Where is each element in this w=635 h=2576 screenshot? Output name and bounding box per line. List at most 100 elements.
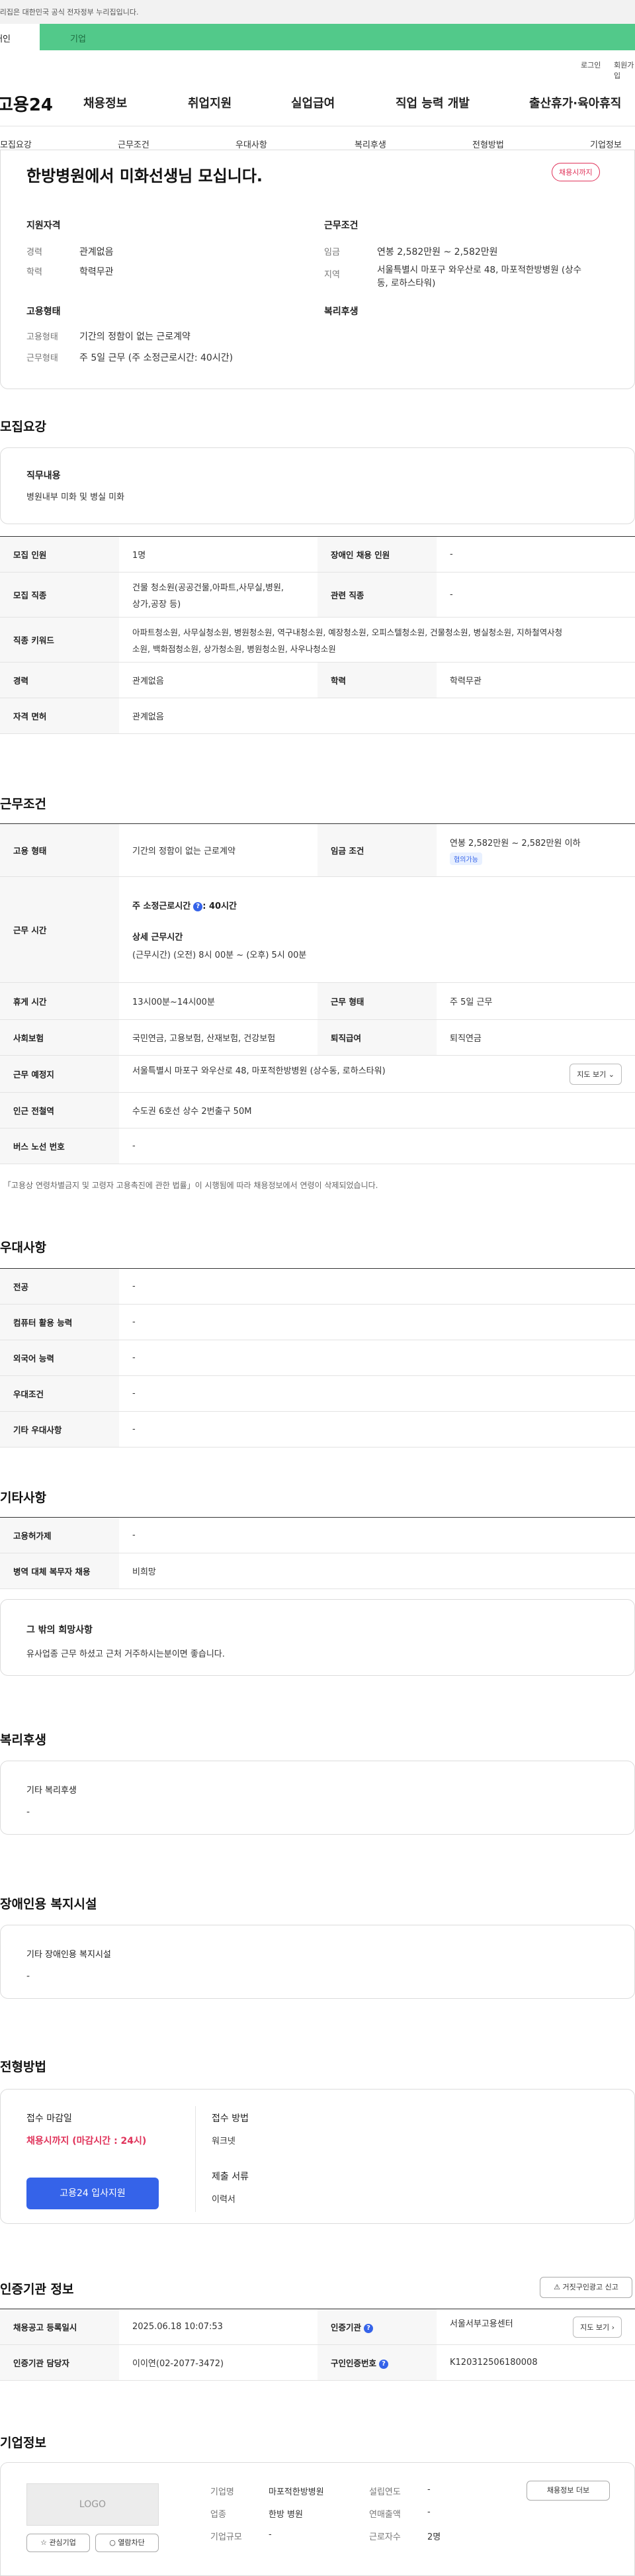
map-view-label: 지도 보기 xyxy=(577,1070,607,1079)
chevron-right-icon: › xyxy=(611,2323,614,2332)
more-jobs-button[interactable]: 채용정보 더보 xyxy=(527,2481,610,2501)
job-type-label: 모집 직종 xyxy=(0,572,119,618)
tab-welfare[interactable]: 복리후생 xyxy=(355,138,386,150)
report-button-label: 거짓구인광고 신고 xyxy=(562,2283,618,2291)
retirement-value: 퇴직연금 xyxy=(437,1019,635,1056)
info-icon[interactable]: ? xyxy=(364,2323,374,2333)
break-value: 13시00분~14시00분 xyxy=(119,982,318,1020)
detail-hours-value: (근무시간) (오전) 8시 00분 ~ (오후) 5시 00분 xyxy=(132,950,307,960)
tab-company[interactable]: 기업정보 xyxy=(590,138,622,150)
work-form-value: 주 5일 근무 (주 소정근로시간: 40시간) xyxy=(79,353,233,363)
military-value: 비희망 xyxy=(119,1553,635,1589)
industry-value: 한방 병원 xyxy=(269,2510,303,2520)
agency-map-button[interactable]: 지도 보기 › xyxy=(573,2316,622,2338)
table-row: 우대조건 - xyxy=(0,1375,635,1412)
company-size-label: 기업규모 xyxy=(210,2532,242,2542)
sales-label: 연매출액 xyxy=(369,2510,401,2520)
tab-individual[interactable]: 개인 xyxy=(0,24,40,50)
bus-label: 버스 노선 번호 xyxy=(0,1128,119,1164)
insurance-value: 국민연금, 고용보험, 산재보험, 건강보험 xyxy=(119,1019,318,1056)
table-row: 기타 우대사항 - xyxy=(0,1411,635,1448)
company-name-label: 기업명 xyxy=(210,2487,234,2497)
tab-preference[interactable]: 우대사항 xyxy=(235,138,267,150)
related-job-value: - xyxy=(437,572,635,618)
disabled-card xyxy=(0,1925,635,1999)
weekly-hours: 주 소정근로시간?: 40시간 xyxy=(132,899,622,911)
job-type-line2: 상가,공장 등) xyxy=(132,599,181,610)
pref-computer-value: - xyxy=(119,1304,635,1340)
table-row: 외국어 능력 - xyxy=(0,1340,635,1376)
edu-value: 학력무관 xyxy=(79,267,114,277)
pref-condition-label: 우대조건 xyxy=(0,1375,119,1412)
report-button[interactable]: ⚠ 거짓구인광고 신고 xyxy=(540,2277,632,2298)
keyword-label: 직종 키워드 xyxy=(0,617,119,663)
age-notice-text: 「고용상 연령차별금지 및 고령자 고용촉진에 관한 법률」이 시행됨에 따라 … xyxy=(3,1181,378,1190)
keyword-line1: 아파트청소원, 사무실청소원, 병원청소원, 역구내청소원, 예장청소원, 오피… xyxy=(132,627,563,637)
disabled-box-value: - xyxy=(26,1971,30,1982)
gnb-item-benefits[interactable]: 실업급여 xyxy=(291,94,335,111)
method-value: 워크넷 xyxy=(212,2137,235,2146)
map-view-button[interactable]: 지도 보기 ⌄ xyxy=(570,1063,622,1085)
job-title: 한방병원에서 미화선생님 모십니다. xyxy=(26,167,263,185)
info-icon[interactable]: ? xyxy=(379,2359,389,2369)
tab-recruit[interactable]: 모집요강 xyxy=(0,138,32,150)
career-value: 관계없음 xyxy=(79,247,114,257)
work-time-label: 근무 시간 xyxy=(0,876,119,983)
signup-link[interactable]: 회원가입 xyxy=(614,60,635,81)
industry-label: 업종 xyxy=(210,2510,226,2520)
tab-conditions[interactable]: 근무조건 xyxy=(118,138,149,150)
break-label: 휴게 시간 xyxy=(0,982,119,1020)
age-notice: • 「고용상 연령차별금지 및 고령자 고용촉진에 관한 법률」이 시행됨에 따… xyxy=(0,1179,378,1191)
detail-hours-label: 상세 근무시간 xyxy=(132,933,183,943)
table-row: 근무 시간 주 소정근로시간?: 40시간 상세 근무시간 (근무시간) (오전… xyxy=(0,876,635,983)
emp-type-label: 고용형태 xyxy=(26,332,58,342)
conditions-table: 고용 형태 기간의 정함이 없는 근로계약 임금 조건 연봉 2,582만원 ~… xyxy=(0,823,635,1164)
table-row: 휴게 시간 13시00분~14시00분 근무 형태 주 5일 근무 xyxy=(0,982,635,1020)
subway-label: 인근 전철역 xyxy=(0,1092,119,1128)
docs-value: 이력서 xyxy=(212,2195,235,2205)
apply-button[interactable]: 고용24 입사지원 xyxy=(26,2178,159,2209)
welfare-box-value: - xyxy=(26,1807,30,1817)
gnb-item-training[interactable]: 직업 능력 개발 xyxy=(396,94,470,111)
site-logo[interactable]: 고용24 xyxy=(0,91,53,116)
table-row: 고용허가제 - xyxy=(0,1517,635,1553)
area-label: 지역 xyxy=(324,270,340,280)
employee-count-label: 근로자수 xyxy=(369,2532,401,2542)
table-row: 자격 면허 관계없음 xyxy=(0,698,635,734)
info-icon[interactable]: ? xyxy=(193,901,203,911)
block-view-button[interactable]: ○ 열람차단 xyxy=(95,2534,159,2552)
disabled-count-value: - xyxy=(437,536,635,573)
recruit-table: 모집 인원 1명 장애인 채용 인원 - 모집 직종 건물 청소원(공공건물,아… xyxy=(0,536,635,734)
deadline-badge: 채용시까지 xyxy=(552,163,600,181)
welfare-section-title: 복리후생 xyxy=(0,1733,46,1747)
tab-business[interactable]: 기업 xyxy=(70,24,123,50)
gnb-item-leave[interactable]: 출산휴가·육아휴직 xyxy=(529,94,621,111)
login-link[interactable]: 로그인 xyxy=(581,60,601,70)
cert-no-value: K120312506180008 xyxy=(437,2344,635,2381)
wage-cond-cell: 연봉 2,582만원 ~ 2,582만원 이하 협의가능 xyxy=(437,823,635,877)
duty-value: 병원내부 미화 및 병실 미화 xyxy=(26,492,125,502)
pref-etc-value: - xyxy=(119,1411,635,1448)
manager-label: 인증기관 담당자 xyxy=(0,2344,119,2381)
job-type-line1: 건물 청소원(공공건물,아파트,사무실,병원, xyxy=(132,582,284,593)
retirement-label: 퇴직급여 xyxy=(318,1019,437,1056)
tab-selection[interactable]: 전형방법 xyxy=(472,138,504,150)
work-permit-value: - xyxy=(119,1517,635,1553)
table-row: 모집 직종 건물 청소원(공공건물,아파트,사무실,병원, 상가,공장 등) 관련… xyxy=(0,572,635,618)
favorite-company-button[interactable]: ☆ 관심기업 xyxy=(26,2534,90,2552)
agency-section-title: 인증기관 정보 xyxy=(0,2282,74,2297)
pref-computer-label: 컴퓨터 활용 능력 xyxy=(0,1304,119,1340)
chevron-down-icon: ⌄ xyxy=(608,1070,614,1079)
table-row: 버스 노선 번호 - xyxy=(0,1128,635,1164)
company-logo: LOGO xyxy=(26,2483,159,2526)
work-condition-title: 근무조건 xyxy=(324,220,359,231)
gnb-item-support[interactable]: 취업지원 xyxy=(188,94,232,111)
gov-notice-text: 이 누리집은 대한민국 공식 전자정부 누리집입니다. xyxy=(0,8,139,17)
cert-no-label: 구인인증번호 xyxy=(331,2358,377,2368)
selection-section-title: 전형방법 xyxy=(0,2060,46,2074)
star-icon: ☆ xyxy=(40,2538,47,2547)
edu-row-value: 학력무관 xyxy=(437,662,635,698)
license-label: 자격 면허 xyxy=(0,698,119,734)
gnb-item-jobs[interactable]: 채용정보 xyxy=(83,94,127,111)
org-label: 인증기관 xyxy=(331,2323,362,2332)
